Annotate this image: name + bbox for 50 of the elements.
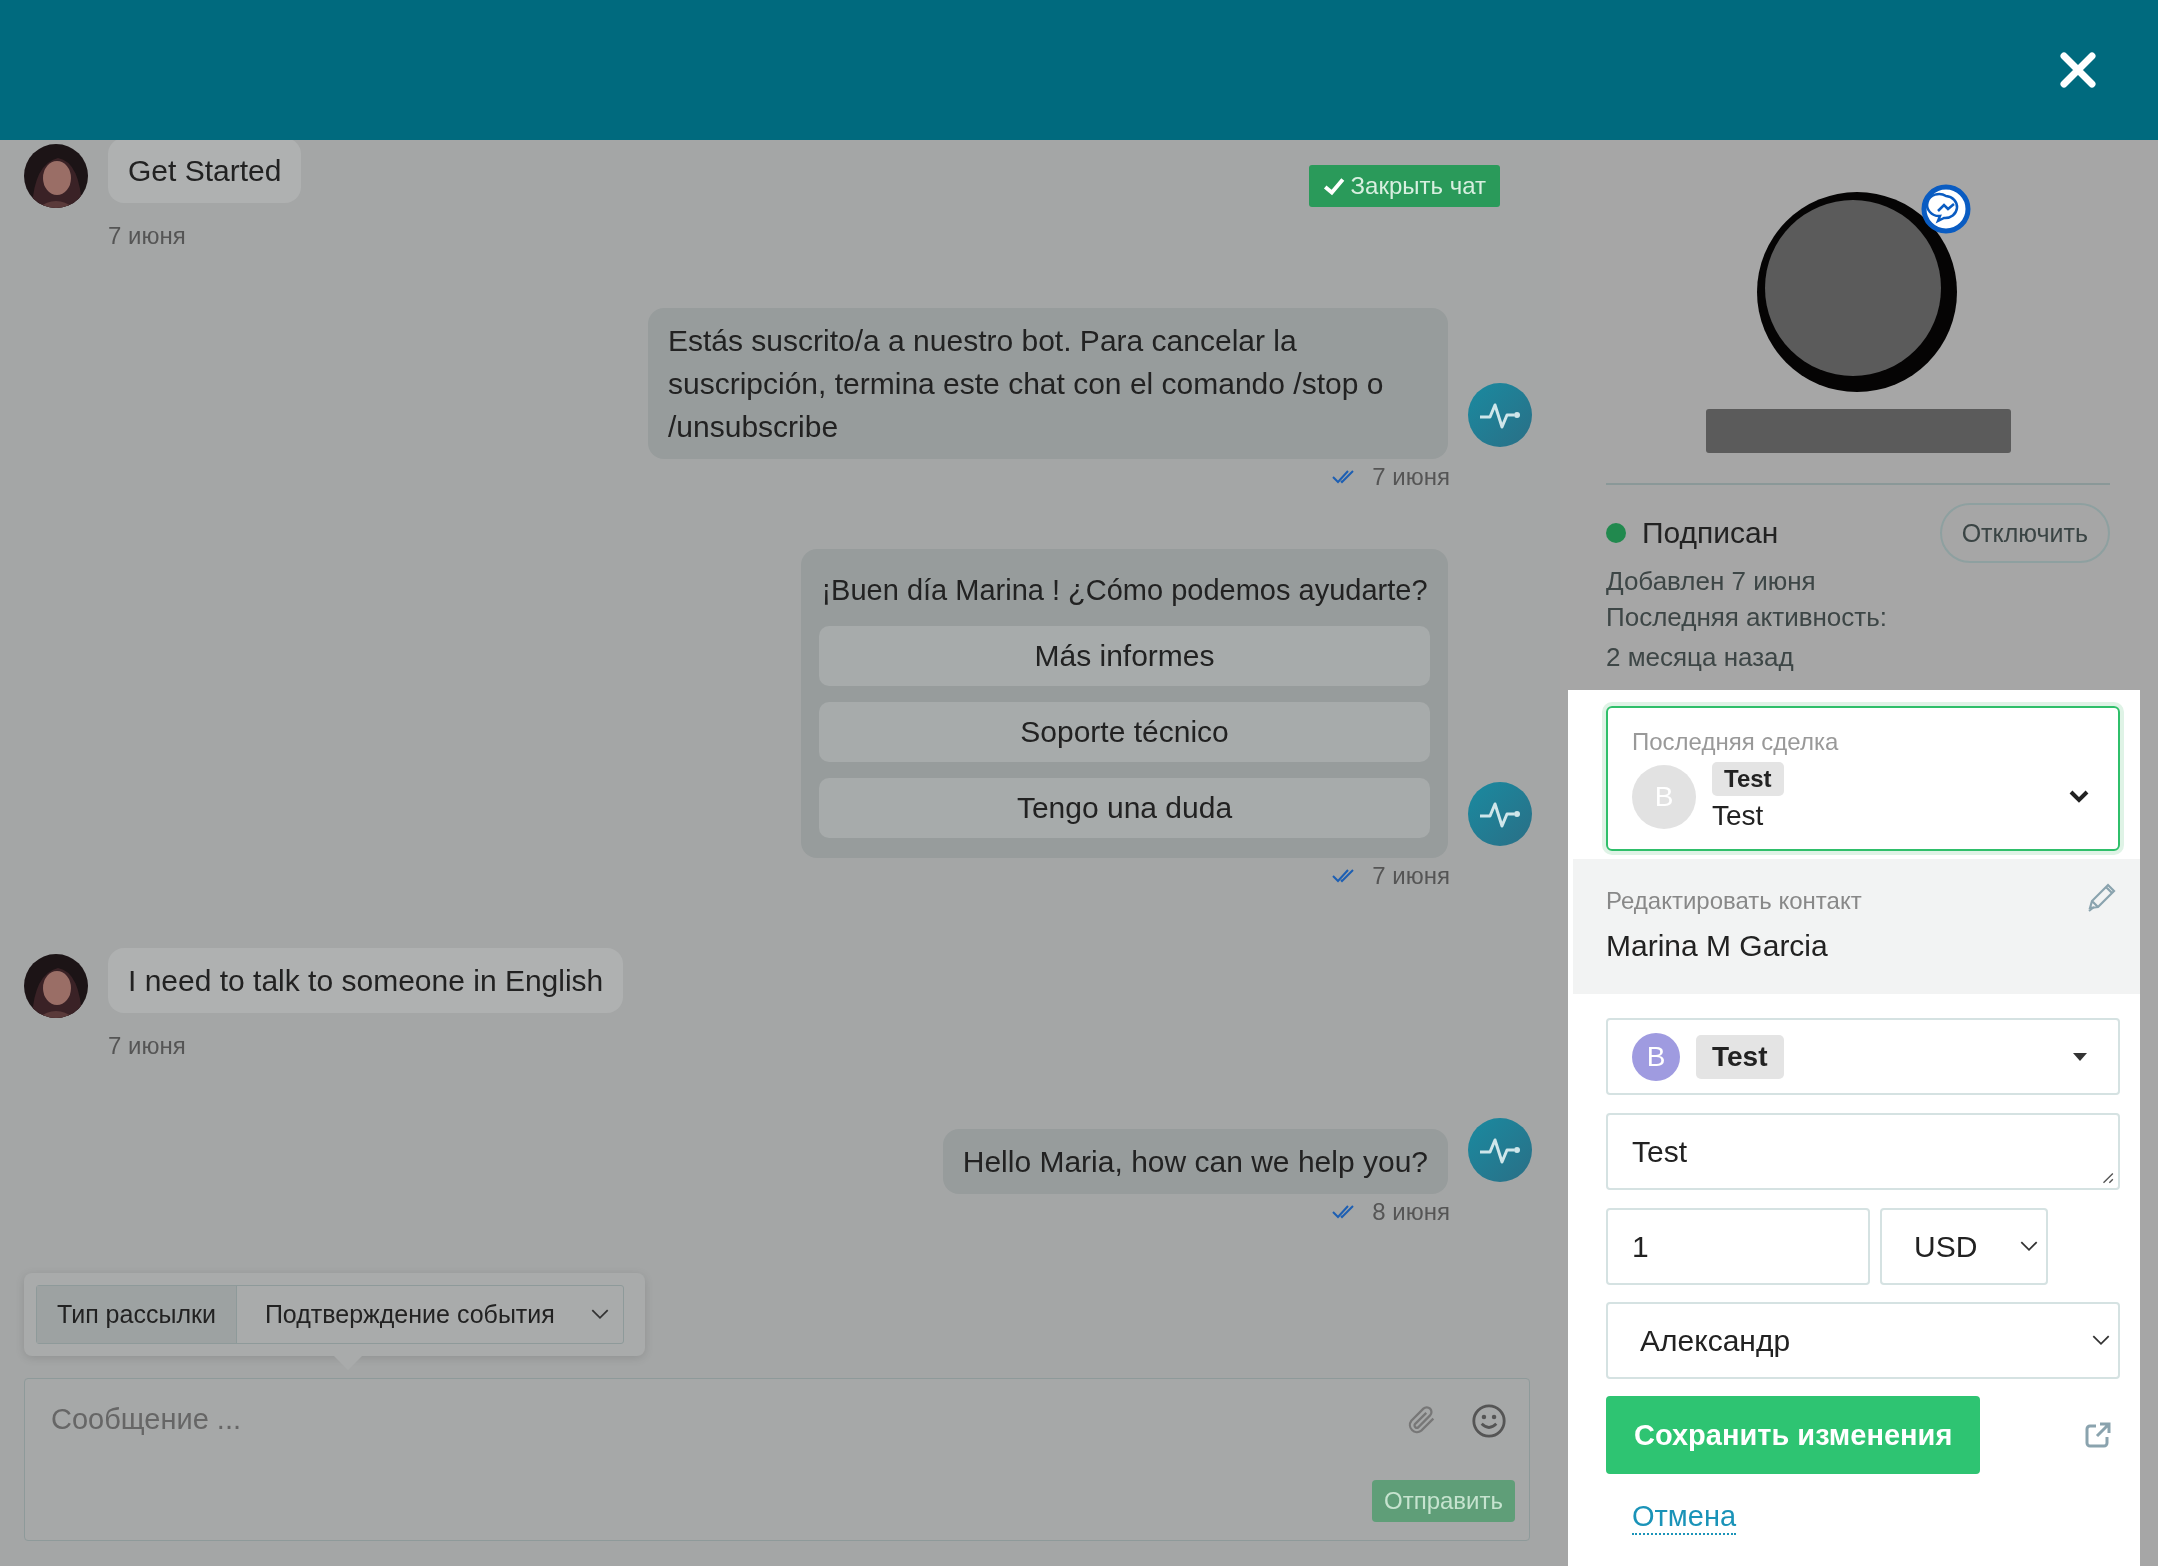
cancel-link[interactable]: Отмена [1632, 1500, 1737, 1535]
message-date: 7 июня [1372, 862, 1450, 890]
chevron-down-icon [2092, 1335, 2110, 1346]
last-activity-label: Последняя активность: [1606, 601, 1888, 634]
message-text: ¡Buen día Marina ! ¿Cómo podemos ayudarte? [820, 573, 1429, 608]
contact-name: Marina M Garcia [1606, 929, 1828, 963]
pulse-icon [1468, 782, 1532, 846]
pulse-icon [1468, 383, 1532, 447]
deal-tag: Test [1712, 762, 1784, 796]
last-deal-label: Последняя сделка [1632, 728, 1840, 756]
deal-title-field[interactable]: Test [1606, 1113, 2120, 1190]
unsubscribe-button[interactable]: Отключить [1939, 503, 2110, 563]
message-bubble: I need to talk to someone in English [108, 948, 624, 1013]
currency-value: USD [1914, 1229, 1978, 1264]
chevron-down-icon[interactable] [2068, 790, 2090, 804]
chevron-down-icon [2020, 1241, 2038, 1252]
pipeline-avatar: B [1632, 1032, 1680, 1081]
added-date: Добавлен 7 июня [1606, 565, 1817, 598]
message-date: 7 июня [108, 1032, 187, 1060]
pulse-icon [1468, 1118, 1532, 1182]
message-placeholder: Сообщение ... [51, 1403, 242, 1436]
external-link-icon[interactable] [2084, 1421, 2112, 1449]
caret-icon [2072, 1051, 2088, 1062]
last-activity-time: 2 месяца назад [1606, 641, 1795, 674]
deal-title-value: Test [1632, 1134, 1688, 1169]
message-bubble: Get Started [108, 140, 302, 203]
quick-reply-button[interactable]: Tengo una duda [819, 778, 1430, 838]
check-icon [1322, 175, 1345, 197]
edit-contact-label: Редактировать контакт [1606, 887, 1862, 915]
resize-grip-icon[interactable] [2100, 1170, 2114, 1184]
pipeline-tag: Test [1696, 1034, 1784, 1079]
pencil-icon[interactable] [2086, 881, 2118, 913]
message-date: 7 июня [108, 222, 187, 250]
deal-name: Test [1712, 800, 1764, 832]
amount-value: 1 [1632, 1229, 1649, 1264]
quick-reply-button[interactable]: Soporte técnico [819, 702, 1430, 762]
owner-select[interactable]: Александр [1606, 1302, 2120, 1379]
amount-field[interactable]: 1 [1606, 1208, 1870, 1285]
messenger-icon [1921, 184, 1971, 234]
quick-reply-button[interactable]: Más informes [819, 626, 1430, 686]
emoji-icon[interactable] [1471, 1403, 1507, 1439]
subscription-status: Подписан [1642, 516, 1780, 550]
message-bubble: Hello Maria, how can we help you? [942, 1129, 1448, 1194]
owner-value: Александр [1640, 1323, 1791, 1358]
pipeline-select[interactable]: B Test [1606, 1018, 2120, 1095]
message-bubble: Estás suscrito/a a nuestro bot. Para cancelar la suscripción, termina este chat con el comando /stop o /unsubscribe [648, 308, 1448, 459]
message-date: 8 июня [1372, 1198, 1450, 1226]
currency-select[interactable]: USD [1880, 1208, 2048, 1285]
close-icon[interactable] [2058, 50, 2098, 90]
message-date: 7 июня [1372, 463, 1450, 491]
